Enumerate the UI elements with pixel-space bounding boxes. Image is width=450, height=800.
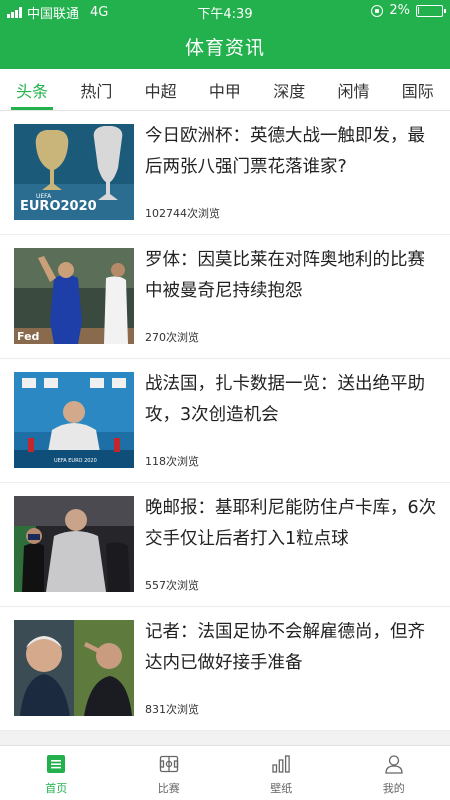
bars-icon bbox=[271, 754, 291, 778]
article-item[interactable]: UEFA EURO 2020 战法国，扎卡数据一览：送出绝平助攻，3次创造机会 … bbox=[0, 359, 450, 483]
nav-wallpaper-label: 壁纸 bbox=[270, 782, 293, 795]
view-count: 557次浏览 bbox=[145, 579, 199, 592]
article-title: 今日欧洲杯：英德大战一触即发，最后两张八强门票花落谁家? bbox=[145, 126, 425, 177]
rotation-lock-icon bbox=[371, 4, 384, 17]
article-title: 战法国，扎卡数据一览：送出绝平助攻，3次创造机会 bbox=[145, 374, 425, 425]
nav-wallpaper[interactable]: 壁纸 bbox=[225, 746, 338, 800]
svg-text:Fed: Fed bbox=[17, 330, 39, 343]
article-thumbnail: EURO2020 UEFA bbox=[14, 124, 134, 220]
status-right: 2% bbox=[371, 3, 446, 18]
nav-profile[interactable]: 我的 bbox=[338, 746, 450, 800]
article-thumbnail: UEFA EURO 2020 bbox=[14, 372, 134, 468]
view-count: 118次浏览 bbox=[145, 455, 199, 468]
nav-matches[interactable]: 比赛 bbox=[113, 746, 226, 800]
nav-home[interactable]: 首页 bbox=[0, 746, 113, 800]
tab-shendu[interactable]: 深度 bbox=[257, 69, 321, 110]
article-title: 罗体：因莫比莱在对阵奥地利的比赛中被曼奇尼持续抱怨 bbox=[145, 250, 425, 301]
tab-xianqing[interactable]: 闲情 bbox=[321, 69, 385, 110]
tab-zhongchao[interactable]: 中超 bbox=[129, 69, 193, 110]
tab-remen[interactable]: 热门 bbox=[64, 69, 128, 110]
battery-fill bbox=[418, 6, 419, 14]
tab-toutiao[interactable]: 头条 bbox=[0, 69, 64, 110]
svg-text:EURO2020: EURO2020 bbox=[20, 199, 97, 214]
view-count: 270次浏览 bbox=[145, 331, 199, 344]
pitch-icon bbox=[159, 754, 179, 778]
status-bar: 中国联通 4G 下午4:39 2% bbox=[0, 0, 450, 22]
view-count: 831次浏览 bbox=[145, 703, 199, 716]
article-item[interactable]: 晚邮报：基耶利尼能防住卢卡库，6次交手仅让后者打入1粒点球 557次浏览 bbox=[0, 483, 450, 607]
article-thumbnail bbox=[14, 496, 134, 592]
article-title: 晚邮报：基耶利尼能防住卢卡库，6次交手仅让后者打入1粒点球 bbox=[145, 498, 437, 549]
article-item[interactable]: EURO2020 UEFA 今日欧洲杯：英德大战一触即发，最后两张八强门票花落谁… bbox=[0, 111, 450, 235]
bottom-navigation: 首页 比赛 壁纸 我的 bbox=[0, 745, 450, 800]
nav-profile-label: 我的 bbox=[382, 782, 405, 795]
svg-text:UEFA EURO 2020: UEFA EURO 2020 bbox=[54, 458, 97, 464]
app-header: 中国联通 4G 下午4:39 2% 体育资讯 bbox=[0, 0, 450, 69]
article-title: 记者：法国足协不会解雇德尚，但齐达内已做好接手准备 bbox=[145, 622, 425, 673]
svg-text:UEFA: UEFA bbox=[36, 193, 52, 200]
category-tabs: 头条 热门 中超 中甲 深度 闲情 国际 bbox=[0, 69, 450, 111]
nav-home-label: 首页 bbox=[45, 782, 68, 795]
battery-percent: 2% bbox=[389, 3, 410, 18]
battery-icon bbox=[416, 4, 446, 17]
view-count: 102744次浏览 bbox=[145, 207, 220, 220]
tab-guoji[interactable]: 国际 bbox=[386, 69, 450, 110]
user-icon bbox=[384, 754, 404, 778]
nav-matches-label: 比赛 bbox=[157, 782, 180, 795]
article-thumbnail: Fed bbox=[14, 248, 134, 344]
article-thumbnail bbox=[14, 620, 134, 716]
article-item[interactable]: Fed 罗体：因莫比莱在对阵奥地利的比赛中被曼奇尼持续抱怨 270次浏览 bbox=[0, 235, 450, 359]
page-title: 体育资讯 bbox=[184, 37, 265, 59]
article-item[interactable]: 记者：法国足协不会解雇德尚，但齐达内已做好接手准备 831次浏览 bbox=[0, 607, 450, 731]
home-icon bbox=[46, 754, 66, 778]
tab-zhongjia[interactable]: 中甲 bbox=[193, 69, 257, 110]
